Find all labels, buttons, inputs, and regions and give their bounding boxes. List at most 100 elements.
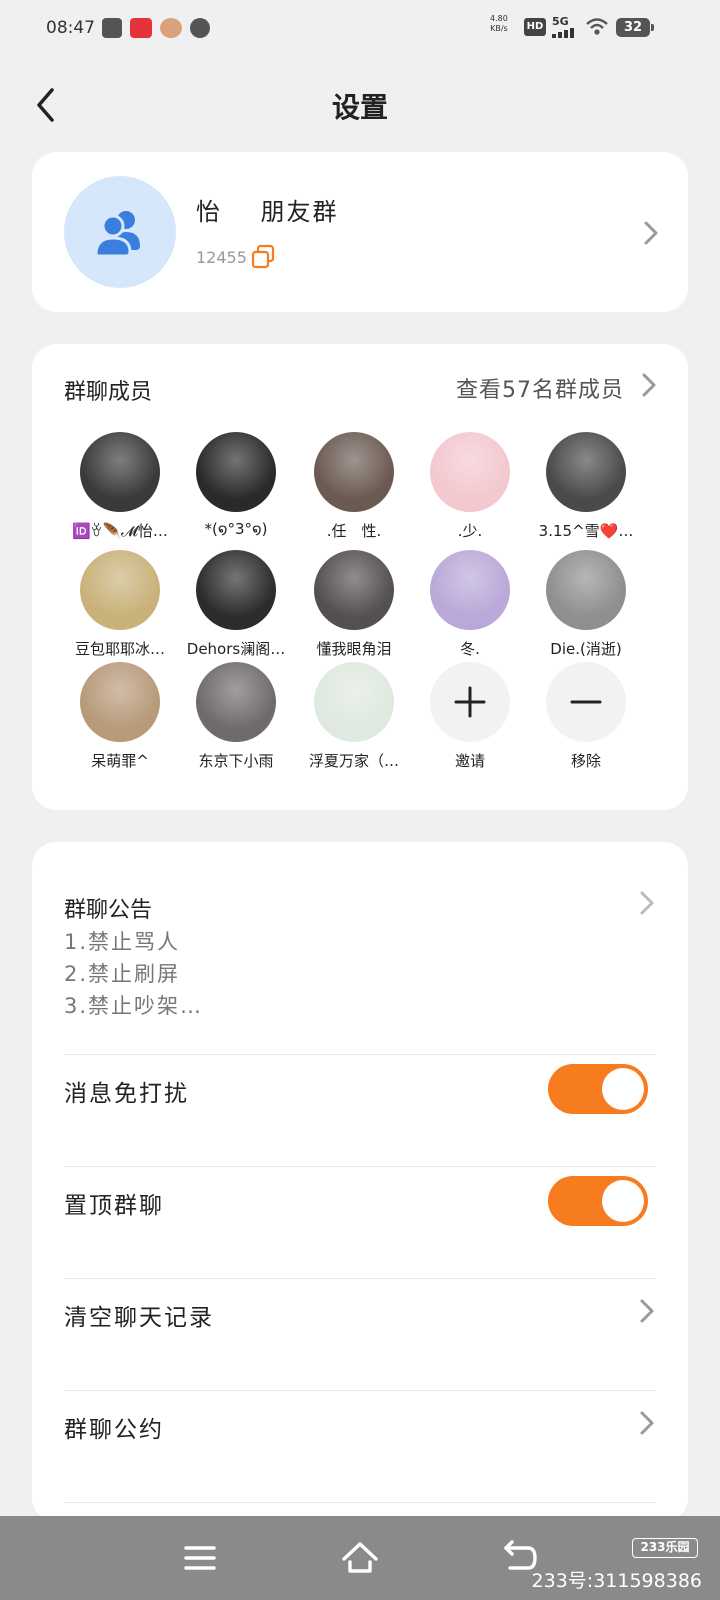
member-item[interactable]: .任 性.: [294, 432, 414, 552]
member-item[interactable]: 🆔ꈊ🪶𝓜怡…: [60, 432, 180, 552]
divider: [64, 1278, 656, 1279]
member-name: 冬.: [460, 640, 480, 658]
member-name: .任 性.: [326, 522, 382, 540]
home-icon: [342, 1542, 378, 1573]
member-name: 懂我眼角泪: [316, 640, 392, 658]
member-item[interactable]: .少.: [410, 432, 530, 552]
member-item[interactable]: 冬.: [410, 550, 530, 670]
network-speed: 4.80 KB/s: [490, 14, 508, 34]
member-name: *(໑°3°໑): [204, 520, 268, 538]
page-title: 设置: [331, 91, 388, 124]
remove-member-button[interactable]: 移除: [526, 662, 646, 782]
menu-icon: [184, 1546, 216, 1570]
member-name: 浮夏万家（…: [308, 752, 399, 770]
member-name: 3.15^雪❤️…: [538, 522, 634, 540]
member-name: 呆萌罪^: [91, 752, 149, 770]
member-name: 东京下小雨: [198, 752, 274, 770]
group-name: 怡 朋友群: [196, 198, 339, 226]
settings-card: 群聊公告 1.禁止骂人 2.禁止刷屏 3.禁止吵架… 消息免打扰 置顶群聊 清空…: [32, 842, 688, 1522]
plus-icon: [430, 662, 510, 742]
divider: [64, 1502, 656, 1503]
member-name: .少.: [457, 522, 483, 540]
navigation-bar: 233乐园 233号:311598386: [0, 1516, 720, 1600]
mute-toggle[interactable]: [548, 1064, 648, 1114]
member-name: Die.(消逝): [550, 640, 622, 658]
member-item[interactable]: Dehors澜阁…: [176, 550, 296, 670]
member-item[interactable]: 懂我眼角泪: [294, 550, 414, 670]
member-avatar: [196, 550, 276, 630]
chevron-right-icon: [638, 1408, 656, 1438]
message-notification-icon: [190, 18, 210, 38]
copy-icon[interactable]: [250, 244, 276, 270]
wifi-icon: [586, 18, 608, 35]
member-avatar: [430, 432, 510, 512]
divider: [64, 1166, 656, 1167]
member-avatar: [546, 550, 626, 630]
group-avatar: [64, 176, 176, 288]
avatar-notification-icon: [160, 18, 182, 38]
view-all-members-link[interactable]: 查看57名群成员: [456, 372, 624, 404]
member-avatar: [314, 432, 394, 512]
mute-label: 消息免打扰: [64, 1081, 189, 1107]
home-button[interactable]: [340, 1538, 380, 1578]
members-title: 群聊成员: [64, 380, 153, 405]
member-avatar: [314, 662, 394, 742]
member-item[interactable]: *(໑°3°໑): [176, 432, 296, 552]
member-name: 🆔ꈊ🪶𝓜怡…: [72, 522, 168, 540]
chevron-right-icon: [638, 1296, 656, 1326]
chevron-right-icon[interactable]: [640, 370, 658, 400]
member-avatar: [314, 550, 394, 630]
member-name: Dehors澜阁…: [186, 640, 286, 658]
watermark-logo: 233乐园: [632, 1538, 698, 1558]
member-item[interactable]: 呆萌罪^: [60, 662, 180, 782]
chevron-right-icon: [638, 888, 656, 918]
app-notification-icon: [130, 18, 152, 38]
remove-label: 移除: [570, 752, 601, 770]
notice-line: 2.禁止刷屏: [64, 962, 181, 986]
status-time: 08:47: [46, 18, 95, 38]
group-info-card[interactable]: 怡 朋友群 12455: [32, 152, 688, 312]
network-speed-value: 4.80: [490, 14, 508, 23]
notice-line: 3.禁止吵架…: [64, 994, 204, 1018]
group-people-icon: [94, 211, 140, 258]
signal-icon: [552, 28, 578, 38]
clear-history-label: 清空聊天记录: [64, 1305, 214, 1331]
invite-member-button[interactable]: 邀请: [410, 662, 530, 782]
member-avatar: [80, 550, 160, 630]
member-avatar: [196, 432, 276, 512]
divider: [64, 1054, 656, 1055]
member-item[interactable]: Die.(消逝): [526, 550, 646, 670]
battery-icon: 32: [616, 18, 654, 37]
members-card: 群聊成员 查看57名群成员 🆔ꈊ🪶𝓜怡… *(໑°3°໑) .任 性. .少. 3.15…: [32, 344, 688, 810]
member-item[interactable]: 东京下小雨: [176, 662, 296, 782]
header: 设置: [0, 70, 720, 140]
minus-icon: [546, 662, 626, 742]
network-speed-unit: KB/s: [490, 24, 508, 33]
watermark-text: 233号:311598386: [531, 1570, 702, 1592]
pin-label: 置顶群聊: [64, 1193, 164, 1219]
member-name: 豆包耶耶冰…: [74, 640, 165, 658]
hd-icon: HD: [524, 18, 546, 36]
pin-toggle[interactable]: [548, 1176, 648, 1226]
invite-label: 邀请: [454, 752, 485, 770]
member-avatar: [80, 662, 160, 742]
notice-line: 1.禁止骂人: [64, 930, 181, 954]
toggle-knob: [602, 1180, 644, 1222]
member-avatar: [546, 432, 626, 512]
member-item[interactable]: 3.15^雪❤️…: [526, 432, 646, 552]
group-rules-label: 群聊公约: [64, 1417, 164, 1443]
member-avatar: [80, 432, 160, 512]
member-item[interactable]: 浮夏万家（…: [294, 662, 414, 782]
member-item[interactable]: 豆包耶耶冰…: [60, 550, 180, 670]
status-bar: 08:47 4.80 KB/s HD 5G 32: [0, 0, 720, 60]
chevron-right-icon: [642, 218, 660, 248]
menu-button[interactable]: [180, 1538, 220, 1578]
notice-title: 群聊公告: [64, 898, 153, 923]
member-avatar: [196, 662, 276, 742]
group-id: 12455: [196, 248, 247, 267]
toggle-knob: [602, 1068, 644, 1110]
wifi-notification-icon: [102, 18, 122, 38]
member-avatar: [430, 550, 510, 630]
network-type: 5G: [552, 15, 569, 28]
divider: [64, 1390, 656, 1391]
